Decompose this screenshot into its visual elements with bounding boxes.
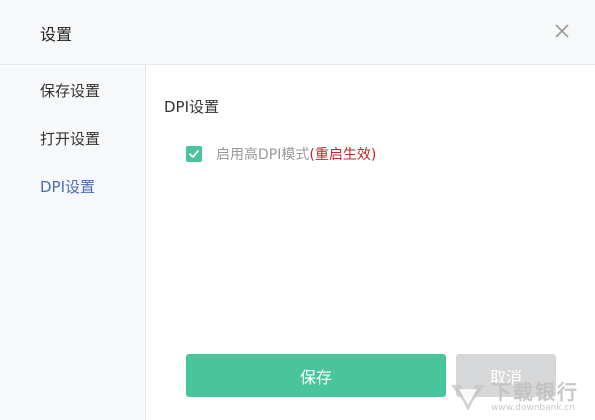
section-title: DPI设置	[164, 98, 220, 116]
close-icon	[555, 24, 569, 38]
sidebar-item-dpi-settings[interactable]: DPI设置	[40, 176, 95, 197]
settings-content: DPI设置 启用高DPI模式 (重启生效) 保存 取消	[146, 65, 595, 420]
high-dpi-label: 启用高DPI模式	[216, 147, 310, 163]
dialog-title: 设置	[40, 25, 73, 44]
watermark-url: www.downbank.cn	[491, 403, 576, 413]
sidebar-item-open-settings[interactable]: 打开设置	[40, 128, 100, 149]
sidebar-item-save-settings[interactable]: 保存设置	[40, 80, 100, 101]
dialog-header: 设置	[0, 0, 595, 65]
watermark: 下载银行 www.downbank.cn	[449, 381, 579, 414]
settings-dialog: 设置 保存设置 打开设置 DPI设置 DPI设置 启用高DPI模式 (重启生效)…	[0, 0, 595, 420]
close-button[interactable]	[553, 22, 571, 40]
watermark-brand: 下载银行	[491, 380, 579, 404]
sidebar: 保存设置 打开设置 DPI设置	[0, 65, 146, 420]
downbank-logo-icon	[451, 384, 485, 411]
checkmark-icon	[189, 150, 199, 158]
save-button[interactable]: 保存	[186, 354, 446, 397]
high-dpi-checkbox[interactable]	[186, 146, 202, 162]
restart-note: (重启生效)	[309, 147, 377, 163]
high-dpi-option: 启用高DPI模式 (重启生效)	[186, 145, 376, 163]
